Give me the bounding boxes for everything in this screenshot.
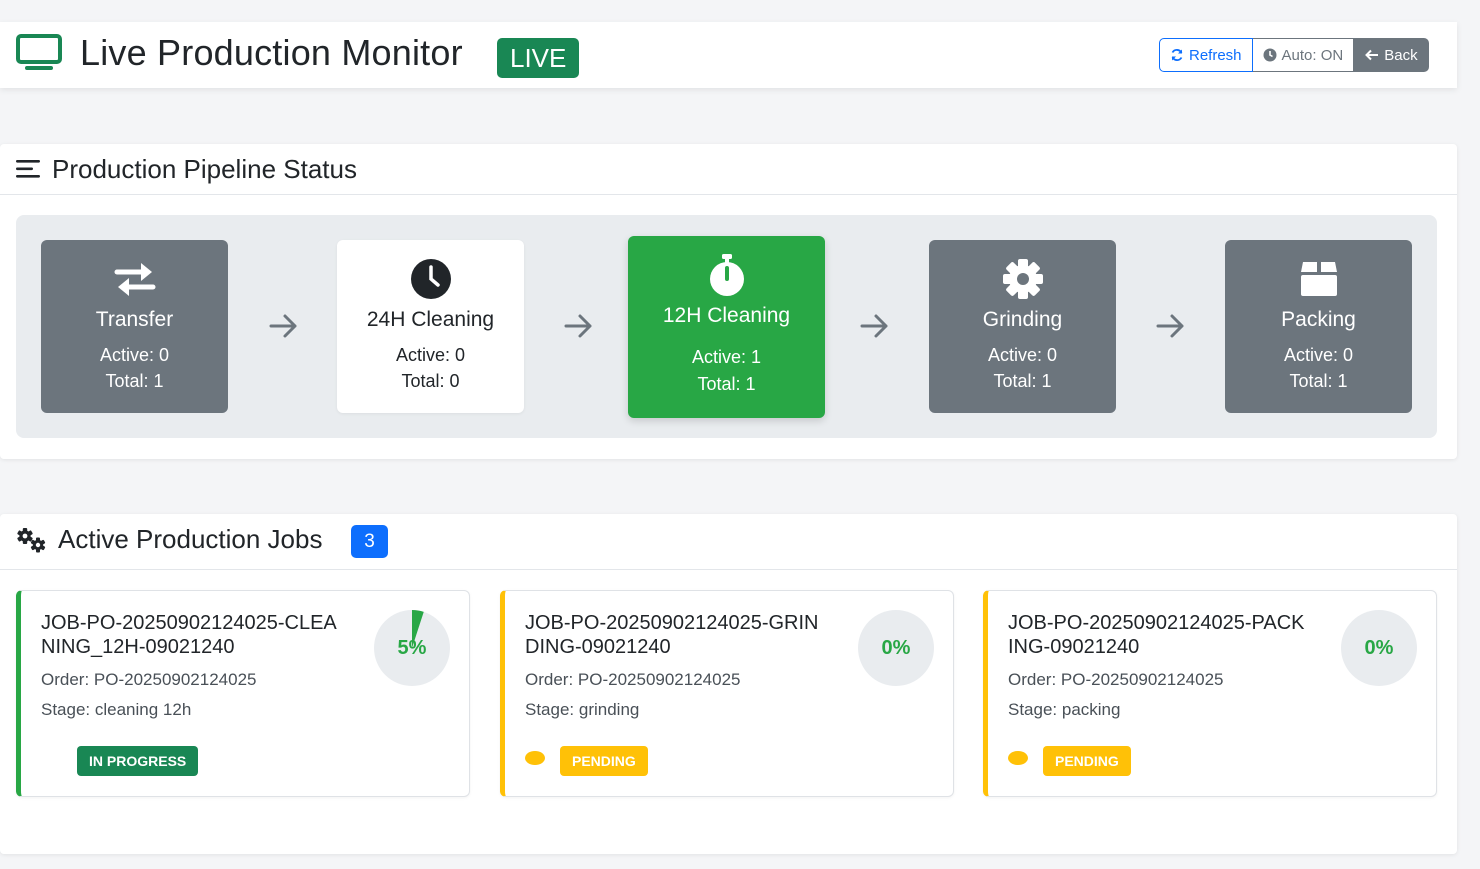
monitor-icon <box>16 34 62 70</box>
job-card[interactable]: JOB-PO-20250902124025-GRINDING-09021240 … <box>500 590 954 797</box>
top-bar: Live Production Monitor LIVE Refresh Aut… <box>0 22 1457 88</box>
pending-indicator-dot <box>525 751 545 765</box>
stage-active: Active: 0 <box>987 345 1058 365</box>
job-card[interactable]: JOB-PO-20250902124025-PACKING-09021240 O… <box>983 590 1437 797</box>
jobs-card: Active Production Jobs 3 JOB-PO-20250902… <box>0 514 1457 854</box>
stage-name: 12H Cleaning <box>662 304 791 327</box>
job-name: JOB-PO-20250902124025-CLEANING_12H-09021… <box>41 612 337 658</box>
pipeline-area: Transfer Active: 0 Total: 1 24H Cleaning… <box>16 215 1437 438</box>
stage-24h-cleaning[interactable]: 24H Cleaning Active: 0 Total: 0 <box>337 240 524 413</box>
stage-active: Active: 0 <box>99 345 170 365</box>
progress-percent: 0% <box>881 637 911 659</box>
live-badge: LIVE <box>497 38 580 78</box>
refresh-button[interactable]: Refresh <box>1159 38 1253 72</box>
transfer-arrows-icon <box>114 263 155 296</box>
list-icon <box>16 160 40 178</box>
pipeline-title: Production Pipeline Status <box>52 154 357 184</box>
stage-total: Total: 1 <box>105 371 164 391</box>
pipeline-card: Production Pipeline Status Transfer Acti… <box>0 144 1457 459</box>
back-label: Back <box>1384 46 1418 64</box>
stage-active: Active: 0 <box>395 345 466 365</box>
auto-refresh-toggle[interactable]: Auto: ON <box>1252 38 1355 72</box>
progress-percent: 5% <box>397 637 427 659</box>
jobs-title: Active Production Jobs <box>58 524 323 554</box>
stage-total: Total: 1 <box>1289 371 1348 391</box>
job-card[interactable]: JOB-PO-20250902124025-CLEANING_12H-09021… <box>16 590 470 797</box>
stage-name: Packing <box>1281 308 1356 331</box>
box-icon <box>1300 262 1337 296</box>
gear-icon <box>1002 259 1043 299</box>
stage-active: Active: 0 <box>1283 345 1354 365</box>
stage-packing[interactable]: Packing Active: 0 Total: 1 <box>1225 240 1412 413</box>
pipeline-card-header: Production Pipeline Status <box>0 144 1457 195</box>
status-badge: PENDING <box>1043 746 1131 776</box>
clock-icon <box>1263 48 1277 62</box>
stage-total: Total: 1 <box>697 374 756 394</box>
stopwatch-icon <box>709 254 744 296</box>
arrow-right-icon <box>860 314 888 338</box>
stage-grinding[interactable]: Grinding Active: 0 Total: 1 <box>929 240 1116 413</box>
stage-active: Active: 1 <box>691 347 762 367</box>
job-stage: Stage: grinding <box>525 700 640 719</box>
job-name: JOB-PO-20250902124025-PACKING-09021240 <box>1008 612 1305 658</box>
gears-icon <box>17 528 46 553</box>
stage-total: Total: 0 <box>401 371 460 391</box>
jobs-card-header: Active Production Jobs 3 <box>0 514 1457 570</box>
refresh-label: Refresh <box>1189 46 1242 64</box>
refresh-icon <box>1171 49 1183 61</box>
job-name: JOB-PO-20250902124025-GRINDING-09021240 <box>525 612 819 658</box>
progress-percent: 0% <box>1364 637 1394 659</box>
arrow-right-icon <box>564 314 592 338</box>
stage-name: 24H Cleaning <box>366 308 495 331</box>
status-badge: PENDING <box>560 746 648 776</box>
stage-transfer[interactable]: Transfer Active: 0 Total: 1 <box>41 240 228 413</box>
stage-12h-cleaning[interactable]: 12H Cleaning Active: 1 Total: 1 <box>628 236 825 418</box>
stage-name: Transfer <box>95 308 174 331</box>
stage-total: Total: 1 <box>993 371 1052 391</box>
job-order: Order: PO-20250902124025 <box>1008 670 1224 689</box>
arrow-right-icon <box>1156 314 1184 338</box>
auto-refresh-label: Auto: ON <box>1281 46 1344 64</box>
stage-name: Grinding <box>982 308 1063 331</box>
status-badge: IN PROGRESS <box>77 746 199 776</box>
job-order: Order: PO-20250902124025 <box>41 670 257 689</box>
arrow-right-icon <box>269 314 297 338</box>
job-stage: Stage: cleaning 12h <box>41 700 192 719</box>
pending-indicator-dot <box>1008 751 1028 765</box>
job-order: Order: PO-20250902124025 <box>525 670 741 689</box>
job-stage: Stage: packing <box>1008 700 1121 719</box>
arrow-left-icon <box>1365 49 1379 61</box>
page-title: Live Production Monitor <box>80 32 463 73</box>
jobs-count-badge: 3 <box>351 525 388 558</box>
back-button[interactable]: Back <box>1354 38 1429 72</box>
clock-icon <box>410 259 451 299</box>
header-button-group: Refresh Auto: ON Back <box>1159 38 1429 72</box>
